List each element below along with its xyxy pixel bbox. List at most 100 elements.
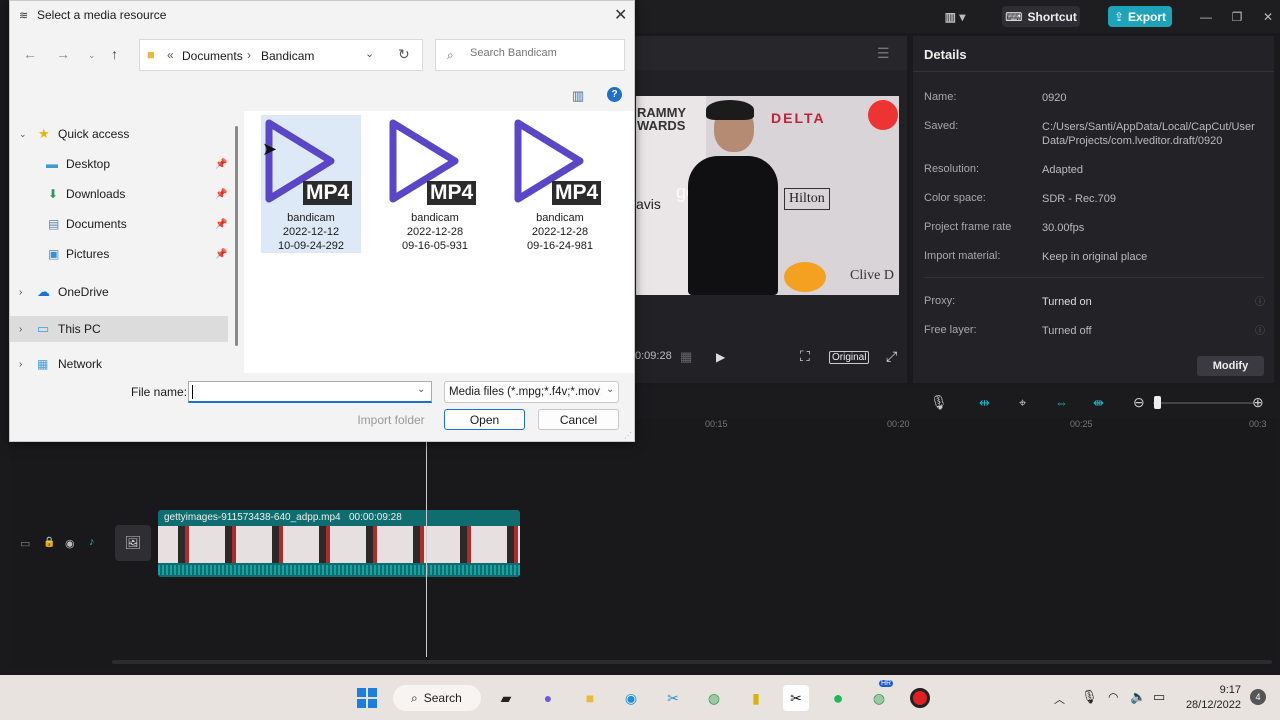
tree-item-documents[interactable]: ▤ Documents 📌 [10, 211, 228, 237]
cancel-button[interactable]: Cancel [538, 409, 619, 430]
split-icon[interactable]: ⇼ [1093, 395, 1104, 411]
file-explorer-icon[interactable]: ■ [577, 685, 603, 711]
restore-button[interactable]: ❐ [1226, 6, 1248, 27]
microphone-icon[interactable]: 🎙 [1081, 689, 1098, 705]
file-name-field[interactable]: ⌄ [188, 381, 432, 403]
layout-icon[interactable]: ▥ ▾ [940, 6, 970, 27]
file-item[interactable]: MP4 bandicam 2022-12-28 09-16-24-981 [510, 115, 610, 253]
grid-icon[interactable]: ▦ [680, 349, 692, 365]
nav-scrollbar[interactable] [235, 126, 238, 346]
spotify-icon[interactable]: ● [825, 685, 851, 711]
zoom-slider[interactable] [1153, 402, 1253, 404]
resize-grip-icon[interactable]: ⋰ [624, 431, 632, 440]
info-icon[interactable]: ⓘ [1255, 322, 1265, 337]
snap-icon[interactable]: ⌖ [1019, 395, 1026, 411]
task-view-icon[interactable]: ▰ [493, 685, 519, 711]
open-button[interactable]: Open [444, 409, 525, 430]
edge-icon[interactable]: ◉ [618, 685, 644, 711]
tree-item-downloads[interactable]: ⬇ Downloads 📌 [10, 181, 228, 207]
lock-icon[interactable]: 🔒 [43, 537, 55, 548]
microphone-icon[interactable]: 🎙 [930, 394, 948, 411]
mp4-thumbnail: MP4 [261, 115, 361, 211]
clip-thumbnails [158, 526, 520, 563]
chevron-down-icon[interactable]: ⌄ [88, 50, 96, 61]
zoom-slider-handle[interactable] [1154, 396, 1161, 409]
chevron-down-icon[interactable]: ⌄ [365, 47, 374, 60]
forward-arrow-icon[interactable]: → [56, 46, 70, 62]
tree-item-network[interactable]: › ▦ Network [10, 354, 228, 374]
chevron-right-icon[interactable]: › [19, 359, 22, 370]
tree-item-this-pc[interactable]: › ▭ This PC [10, 316, 228, 342]
wifi-icon[interactable]: ◠ [1108, 690, 1118, 704]
minimize-button[interactable]: — [1195, 6, 1217, 27]
import-folder-button[interactable]: Import folder [351, 409, 431, 430]
file-type-select[interactable]: Media files (*.mpg;*.f4v;*.mov;* ⌄ [444, 381, 619, 403]
chrome-icon[interactable]: ◍ [701, 685, 727, 711]
shortcut-button[interactable]: ⌨ Shortcut [1002, 6, 1080, 27]
start-button[interactable] [354, 685, 380, 711]
search-box[interactable]: ⌕ [435, 39, 625, 71]
magnet-icon[interactable]: ⇹ [979, 395, 990, 411]
clock[interactable]: 9:17 28/12/2022 [1183, 683, 1241, 713]
capcut-icon[interactable]: ✂ [783, 685, 809, 711]
timeline-toolbar: 🎙 ⇹ ⌖ ⇔ ⇼ ⊖ ⊕ [635, 388, 1280, 418]
chevron-right-icon[interactable]: › [19, 324, 22, 335]
close-icon[interactable]: ✕ [614, 5, 627, 25]
tree-item-pictures[interactable]: ▣ Pictures 📌 [10, 241, 228, 267]
playhead[interactable] [426, 442, 427, 657]
original-ratio-button[interactable]: Original [829, 351, 870, 364]
eye-icon[interactable]: ◉ [65, 537, 75, 550]
dialog-title: Select a media resource [37, 8, 167, 22]
taskbar-search[interactable]: ⌕ Search [393, 685, 481, 711]
link-icon[interactable]: ⇔ [1055, 395, 1068, 410]
mp4-badge: MP4 [552, 181, 602, 205]
up-arrow-icon[interactable]: ↑ [111, 46, 118, 62]
timeline-scrollbar[interactable] [112, 660, 1272, 664]
speaker-icon[interactable]: 🔈 [1130, 689, 1146, 705]
menu-icon[interactable]: ☰ [877, 45, 890, 62]
modify-button[interactable]: Modify [1197, 356, 1264, 376]
file-name-input[interactable] [193, 384, 413, 398]
export-button[interactable]: ⇪ Export [1108, 6, 1172, 27]
chevron-right-icon[interactable]: › [19, 287, 22, 298]
record-icon[interactable] [907, 685, 933, 711]
fit-screen-icon[interactable]: ⛶ [800, 348, 810, 365]
zoom-in-icon[interactable]: ⊕ [1252, 394, 1264, 411]
notification-badge[interactable]: 4 [1250, 689, 1266, 705]
back-arrow-icon[interactable]: ← [23, 46, 37, 62]
pin-icon: 📌 [215, 218, 228, 230]
track-cover-icon[interactable]: ▭ [20, 537, 30, 550]
fullscreen-icon[interactable]: ⤢ [886, 348, 897, 365]
video-preview[interactable]: RAMMYWARDS DELTA Hilton avis gettyimages… [636, 96, 899, 295]
file-item[interactable]: MP4 bandicam 2022-12-28 09-16-05-931 [385, 115, 485, 253]
refresh-icon[interactable]: ↻ [398, 46, 410, 63]
file-item[interactable]: MP4 bandicam 2022-12-12 10-09-24-292 [261, 115, 361, 253]
tree-item-desktop[interactable]: ▬ Desktop 📌 [10, 151, 228, 177]
chevron-up-icon[interactable]: ︿ [1054, 691, 1065, 707]
battery-icon[interactable]: ▭ [1153, 689, 1165, 705]
breadcrumb-bandicam[interactable]: Bandicam [261, 49, 314, 63]
info-icon[interactable]: ⓘ [1255, 293, 1265, 308]
tree-item-onedrive[interactable]: › ☁ OneDrive [10, 279, 228, 305]
audio-icon[interactable]: ♪ [89, 536, 95, 548]
chat-icon[interactable]: ● [535, 685, 561, 711]
snipping-tool-icon[interactable]: ✂ [660, 685, 686, 711]
breadcrumb-documents[interactable]: Documents [182, 49, 243, 63]
clip-label: gettyimages-911573438-640_adpp.mp4 00:00… [164, 512, 402, 523]
search-input[interactable] [470, 47, 610, 59]
cover-button[interactable]: 🖼 [115, 525, 151, 561]
player-icon[interactable]: ▮ [743, 685, 769, 711]
chevron-down-icon[interactable]: ⌄ [417, 384, 425, 395]
chrome-profile-icon[interactable]: ◍ [866, 685, 892, 711]
close-app-button[interactable]: ✕ [1257, 6, 1279, 27]
address-bar[interactable]: ■ « Documents › Bandicam ⌄ ↻ [139, 39, 423, 71]
chevron-down-icon[interactable]: ⌄ [606, 384, 614, 395]
time-ruler[interactable]: 00:15 00:20 00:25 00:3 [635, 418, 1275, 442]
play-icon[interactable]: ▶ [716, 350, 725, 364]
zoom-out-icon[interactable]: ⊖ [1133, 394, 1145, 411]
help-icon[interactable]: ? [607, 87, 622, 102]
chevron-down-icon[interactable]: ⌄ [19, 129, 27, 140]
preview-pane-icon[interactable]: ▥ [572, 88, 584, 104]
tree-item-quick-access[interactable]: ⌄ ★ Quick access [10, 121, 228, 147]
video-clip[interactable]: gettyimages-911573438-640_adpp.mp4 00:00… [158, 510, 520, 577]
